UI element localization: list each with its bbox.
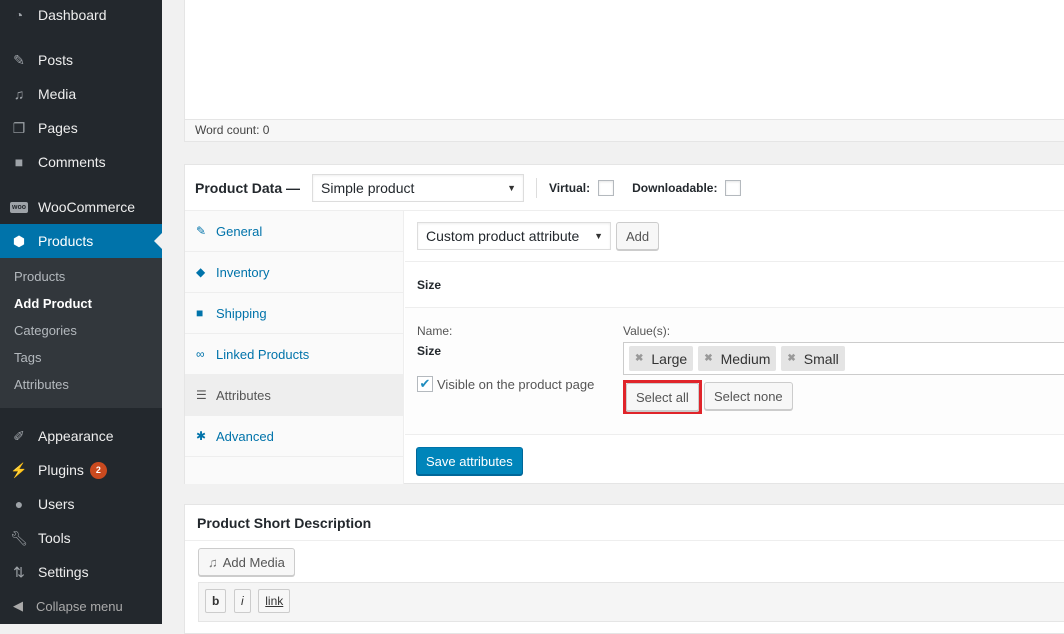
word-count: Word count: 0: [185, 119, 1064, 141]
tab-inventory[interactable]: ◆ Inventory: [185, 252, 403, 293]
menu-media[interactable]: ♫ Media: [0, 77, 162, 111]
values-label: Value(s):: [623, 324, 671, 338]
select-none-button[interactable]: Select none: [704, 382, 793, 410]
product-data-panel: Product Data — Simple product ▼ Virtual: …: [184, 164, 1064, 484]
submenu-products[interactable]: Products: [14, 269, 65, 284]
tab-advanced[interactable]: ✱ Advanced: [185, 416, 403, 457]
gear-icon: ✱: [196, 429, 207, 443]
highlight-box: Select all: [623, 380, 702, 414]
values-input[interactable]: ✖ Large ✖ Medium ✖ Small: [623, 342, 1064, 375]
wrench-icon: 🔧︎: [10, 529, 28, 546]
admin-sidebar: ◔ Dashboard ✎ Posts ♫ Media ❐ Pages ■ Comment…: [0, 0, 162, 624]
collapse-icon: ◀: [13, 598, 23, 613]
remove-icon[interactable]: ✖: [787, 353, 795, 364]
attribute-select[interactable]: Custom product attribute ▼: [417, 222, 611, 250]
pin-icon: ✎: [13, 51, 25, 68]
plug-icon: ⚡: [10, 461, 28, 478]
tab-general[interactable]: ✎ General: [185, 211, 403, 252]
menu-tools[interactable]: 🔧︎ Tools: [0, 521, 162, 555]
product-type-select[interactable]: Simple product ▼: [312, 173, 525, 202]
comment-icon: ■: [14, 154, 24, 170]
menu-appearance[interactable]: ✐ Appearance: [0, 419, 162, 453]
wrench-icon: ✎: [196, 224, 207, 238]
add-media-button[interactable]: ♫ Add Media: [198, 548, 295, 576]
submenu-tags[interactable]: Tags: [14, 350, 41, 365]
user-icon: ●: [14, 496, 24, 512]
plugins-update-badge: 2: [89, 461, 107, 479]
name-label: Name:: [417, 324, 453, 338]
product-data-header: Product Data — Simple product ▼ Virtual: …: [185, 165, 1064, 211]
bold-button[interactable]: b: [205, 589, 227, 613]
dashboard-icon: ◔: [14, 7, 24, 23]
value-token-large: ✖ Large: [629, 346, 694, 371]
select-all-button[interactable]: Select all: [626, 383, 699, 411]
link-icon: ∞: [196, 347, 205, 361]
value-token-small: ✖ Small: [781, 346, 845, 371]
submenu-add-product[interactable]: Add Product: [14, 296, 92, 311]
box-icon: ⬢: [12, 232, 26, 249]
submenu-categories[interactable]: Categories: [14, 323, 77, 338]
woo-icon: woo: [10, 201, 28, 213]
attribute-heading[interactable]: Size: [405, 261, 1064, 308]
tab-attributes[interactable]: ☰ Attributes: [185, 375, 403, 416]
menu-users[interactable]: ● Users: [0, 487, 162, 521]
brush-icon: ✐: [13, 427, 25, 444]
tab-linked-products[interactable]: ∞ Linked Products: [185, 334, 403, 375]
remove-icon[interactable]: ✖: [704, 353, 712, 364]
save-attributes-button[interactable]: Save attributes: [416, 447, 523, 475]
truck-icon: ■: [196, 306, 204, 320]
menu-comments[interactable]: ■ Comments: [0, 145, 162, 179]
remove-icon[interactable]: ✖: [635, 353, 643, 364]
name-value: Size: [417, 344, 442, 358]
attribute-toolbar: Custom product attribute ▼ Add: [417, 222, 660, 250]
downloadable-label: Downloadable:: [632, 180, 718, 195]
menu-dashboard[interactable]: ◔ Dashboard: [0, 0, 162, 32]
virtual-checkbox[interactable]: [598, 179, 615, 196]
product-data-tabs: ✎ General ◆ Inventory ■ Shipping ∞ Linked Pr…: [185, 211, 404, 484]
media-icon: ♫: [13, 86, 25, 102]
collapse-menu-button[interactable]: ◀ Collapse menu: [0, 594, 162, 618]
chevron-down-icon: ▼: [507, 182, 517, 193]
visible-checkbox[interactable]: ✔: [417, 376, 433, 392]
menu-settings[interactable]: ⇅ Settings: [0, 555, 162, 589]
pages-icon: ❐: [12, 119, 26, 136]
value-token-medium: ✖ Medium: [698, 346, 777, 371]
quicktags-toolbar: b i link: [198, 582, 1064, 622]
menu-products[interactable]: ⬢ Products: [0, 224, 162, 258]
menu-plugins[interactable]: ⚡ Plugins 2: [0, 453, 162, 487]
content-editor[interactable]: Word count: 0: [184, 0, 1064, 142]
product-data-title: Product Data —: [195, 179, 301, 196]
attribute-body: Name: Size ✔ Visible on the product page…: [405, 308, 1064, 435]
menu-woocommerce[interactable]: woo WooCommerce: [0, 190, 162, 224]
virtual-label: Virtual:: [549, 180, 591, 195]
list-icon: ☰: [196, 388, 207, 402]
downloadable-checkbox[interactable]: [725, 179, 742, 196]
divider: [536, 177, 538, 198]
menu-pages[interactable]: ❐ Pages: [0, 111, 162, 145]
chevron-down-icon: ▼: [594, 231, 603, 241]
short-description-title: Product Short Description: [185, 505, 1064, 541]
link-button[interactable]: link: [258, 589, 291, 613]
short-description-panel: Product Short Description ♫ Add Media b i…: [184, 504, 1064, 634]
visible-option[interactable]: ✔ Visible on the product page: [417, 376, 594, 392]
settings-icon: ⇅: [13, 563, 25, 580]
tag-icon: ◆: [196, 265, 206, 279]
italic-button[interactable]: i: [233, 589, 251, 613]
media-icon: ♫: [208, 554, 218, 570]
products-submenu: Products Add Product Categories Tags Att…: [0, 258, 162, 408]
add-attribute-button[interactable]: Add: [616, 222, 660, 250]
tab-shipping[interactable]: ■ Shipping: [185, 293, 403, 334]
submenu-attributes[interactable]: Attributes: [14, 377, 69, 392]
menu-posts[interactable]: ✎ Posts: [0, 43, 162, 77]
